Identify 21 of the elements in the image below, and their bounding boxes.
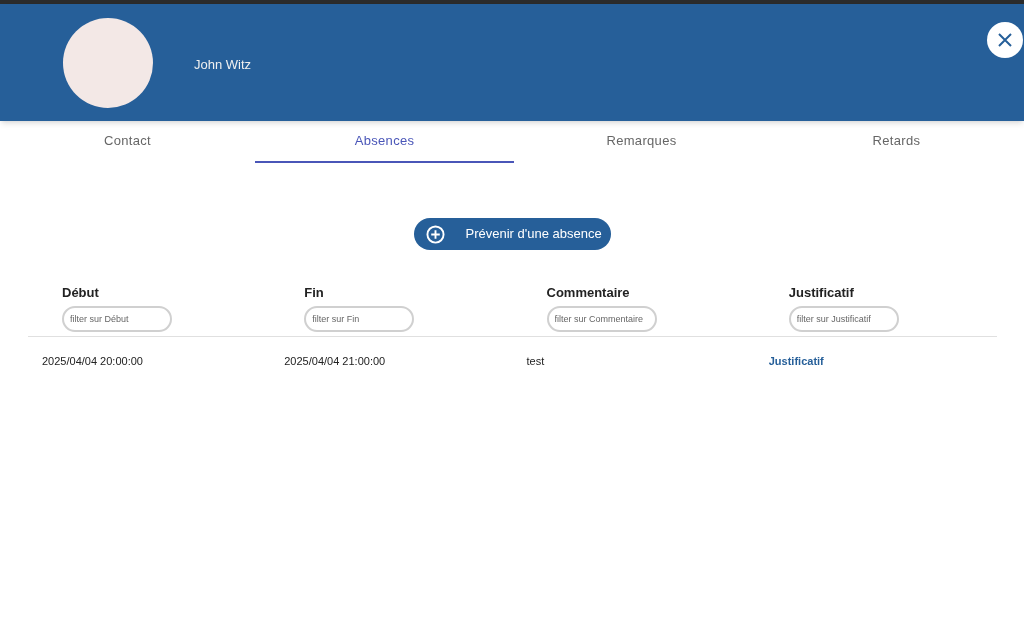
- user-name: John Witz: [194, 56, 252, 74]
- table-cell: 2025/04/04 20:00:00: [42, 354, 143, 367]
- filter-field[interactable]: filter sur Fin: [304, 305, 415, 332]
- close-button[interactable]: [987, 22, 1023, 58]
- column-header: Justificatif: [788, 284, 855, 302]
- report-absence-button[interactable]: Prévenir d'une absence: [413, 218, 611, 250]
- filter-field[interactable]: filter sur Justificatif: [788, 305, 899, 332]
- column-header: Fin: [304, 284, 325, 302]
- close-icon: [998, 33, 1012, 47]
- attachment-link[interactable]: Justificatif: [768, 354, 824, 367]
- tab[interactable]: Absences: [255, 121, 514, 163]
- tab[interactable]: Remarques: [514, 121, 769, 163]
- filter-field[interactable]: filter sur Début: [62, 305, 172, 332]
- tab[interactable]: Contact: [0, 121, 255, 163]
- column-header: Début: [62, 284, 100, 302]
- table-cell: 2025/04/04 21:00:00: [284, 354, 386, 367]
- filter-field[interactable]: filter sur Commentaire: [546, 305, 657, 332]
- tab[interactable]: Retards: [769, 121, 1024, 163]
- table-cell: test: [526, 354, 545, 367]
- plus-circle-icon: [425, 224, 445, 244]
- column-header: Commentaire: [546, 284, 631, 302]
